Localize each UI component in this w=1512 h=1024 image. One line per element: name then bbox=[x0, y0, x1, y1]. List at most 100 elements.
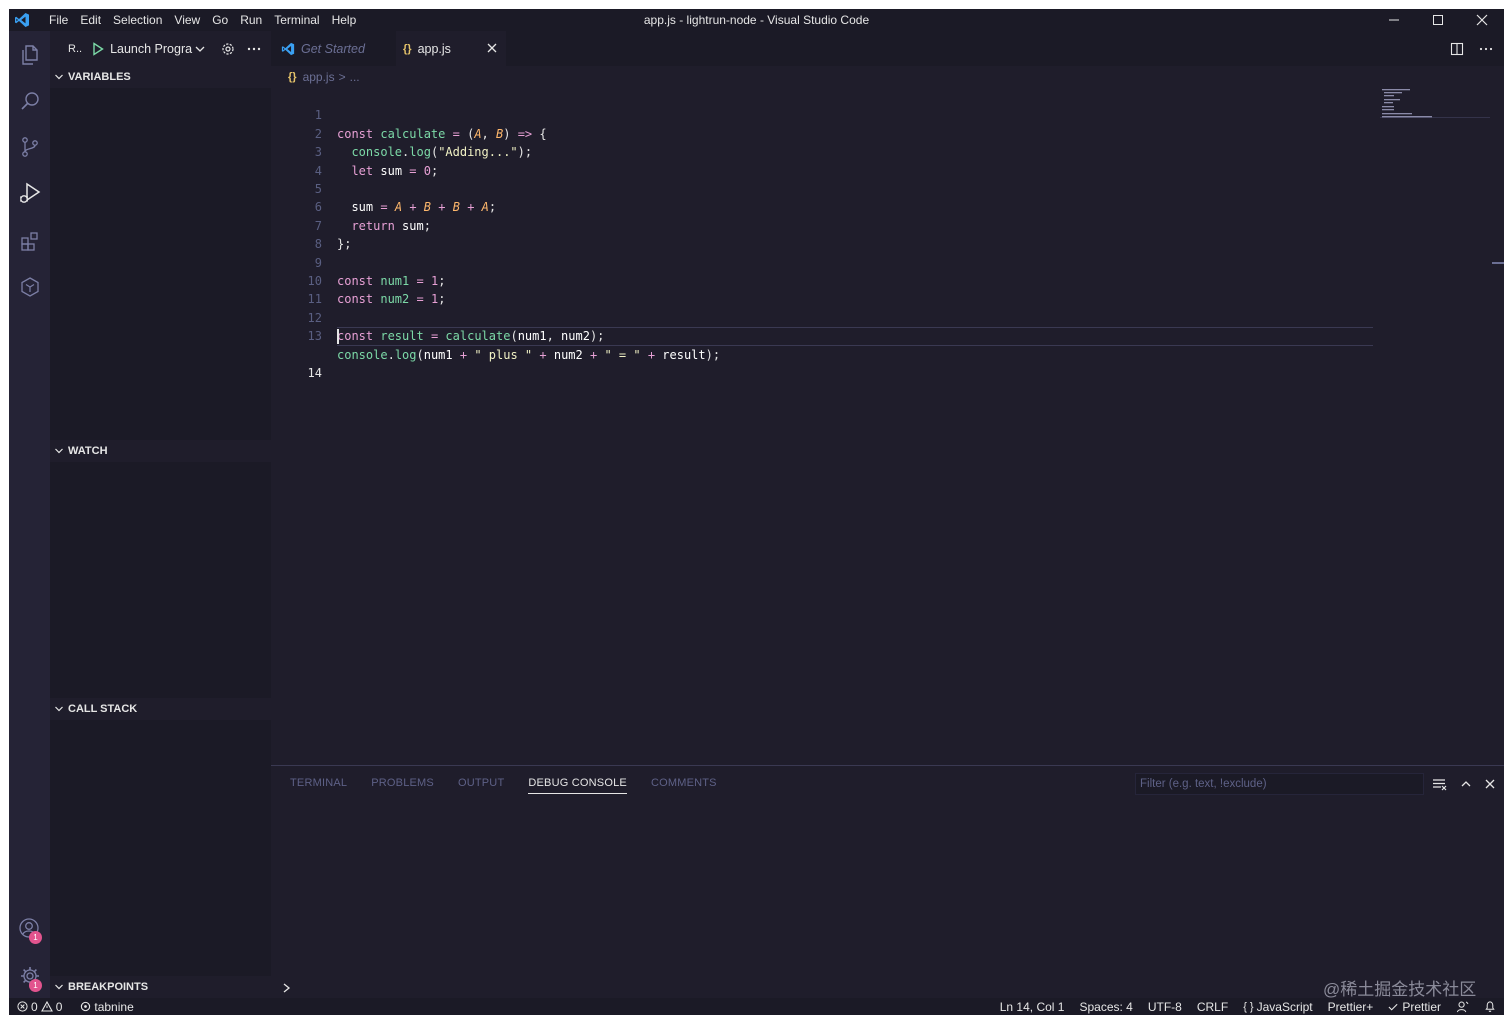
close-icon[interactable] bbox=[1484, 778, 1496, 790]
maximize-button[interactable] bbox=[1416, 9, 1460, 31]
clear-console-icon[interactable] bbox=[1432, 777, 1448, 791]
vscode-window: File Edit Selection View Go Run Terminal… bbox=[9, 9, 1504, 1015]
prettier-plus-status[interactable]: Prettier+ bbox=[1328, 1000, 1374, 1014]
watermark: @稀土掘金技术社区 bbox=[1323, 980, 1477, 999]
menu-bar: File Edit Selection View Go Run Terminal… bbox=[43, 9, 362, 31]
minimize-button[interactable] bbox=[1372, 9, 1416, 31]
launch-config-label: Launch Progra bbox=[110, 41, 193, 56]
close-icon bbox=[1476, 14, 1488, 26]
tab-problems[interactable]: PROBLEMS bbox=[371, 766, 434, 801]
chevron-down-icon bbox=[55, 984, 63, 990]
status-bar: 0 0 tabnine Ln 14, Col 1 Spaces: 4 UTF-8… bbox=[9, 998, 1504, 1015]
breakpoints-section-header[interactable]: BREAKPOINTS bbox=[50, 976, 271, 998]
play-icon[interactable] bbox=[92, 41, 104, 56]
explorer-button[interactable] bbox=[9, 35, 50, 75]
encoding[interactable]: UTF-8 bbox=[1148, 1000, 1182, 1014]
menu-go[interactable]: Go bbox=[206, 9, 234, 31]
variables-section-header[interactable]: VARIABLES bbox=[50, 66, 271, 88]
search-icon bbox=[20, 92, 39, 110]
activity-bar: 1 1 bbox=[9, 31, 50, 998]
close-icon[interactable] bbox=[486, 42, 498, 54]
debug-toolbar: R.. Launch Progra bbox=[50, 31, 271, 66]
editor-actions bbox=[1450, 31, 1494, 66]
minimap-preview bbox=[1380, 89, 1490, 119]
tab-get-started[interactable]: Get Started bbox=[271, 31, 388, 66]
tab-terminal[interactable]: TERMINAL bbox=[290, 766, 347, 801]
manage-badge: 1 bbox=[29, 979, 42, 992]
tab-app-js-label: app.js bbox=[417, 41, 451, 56]
menu-terminal[interactable]: Terminal bbox=[268, 9, 325, 31]
chevron-up-icon[interactable] bbox=[1460, 778, 1472, 790]
run-debug-button[interactable] bbox=[9, 173, 50, 213]
call-stack-list bbox=[50, 720, 271, 976]
tabnine-status[interactable]: tabnine bbox=[80, 1000, 134, 1014]
menu-file[interactable]: File bbox=[43, 9, 74, 31]
title-bar: File Edit Selection View Go Run Terminal… bbox=[9, 9, 1504, 31]
menu-run[interactable]: Run bbox=[234, 9, 268, 31]
split-editor-icon[interactable] bbox=[1450, 42, 1464, 56]
code-text: console.log(num1 + " plus " + num2 + " =… bbox=[337, 347, 721, 362]
breakpoints-row: BREAKPOINTS bbox=[50, 976, 1504, 998]
bell-icon[interactable] bbox=[1484, 1000, 1496, 1013]
call-stack-section-header[interactable]: CALL STACK bbox=[50, 698, 271, 720]
code-line: 7 }; bbox=[280, 198, 1390, 251]
menu-help[interactable]: Help bbox=[326, 9, 363, 31]
bottom-panel: TERMINAL PROBLEMS OUTPUT DEBUG CONSOLE C… bbox=[271, 765, 1504, 998]
debug-console-filter-input[interactable]: Filter (e.g. text, !exclude) bbox=[1135, 773, 1424, 795]
extensions-icon bbox=[20, 232, 38, 251]
tab-comments[interactable]: COMMENTS bbox=[651, 766, 717, 801]
more-actions-icon[interactable] bbox=[1478, 41, 1494, 57]
source-control-button[interactable] bbox=[9, 127, 50, 167]
code-line-current: 14 bbox=[280, 327, 1390, 380]
chevron-down-icon bbox=[195, 46, 205, 52]
more-actions-icon[interactable] bbox=[246, 41, 262, 57]
variables-list bbox=[50, 88, 271, 440]
cursor-position[interactable]: Ln 14, Col 1 bbox=[1000, 1000, 1065, 1014]
files-icon bbox=[21, 45, 38, 65]
watch-section-header[interactable]: WATCH bbox=[50, 440, 271, 462]
menu-edit[interactable]: Edit bbox=[74, 9, 107, 31]
tabnine-icon bbox=[81, 1001, 91, 1012]
search-button[interactable] bbox=[9, 81, 50, 121]
check-double-icon bbox=[1388, 1003, 1398, 1011]
feedback-icon[interactable] bbox=[1456, 1000, 1469, 1013]
breadcrumb: {} app.js > ... bbox=[288, 66, 360, 88]
text-cursor bbox=[337, 329, 339, 345]
indentation[interactable]: Spaces: 4 bbox=[1079, 1000, 1132, 1014]
code-line: 13 console.log(num1 + " plus " + num2 + … bbox=[280, 309, 1390, 361]
chevron-down-icon bbox=[55, 706, 63, 712]
breadcrumb-separator: > bbox=[338, 70, 346, 84]
menu-view[interactable]: View bbox=[168, 9, 206, 31]
tab-app-js[interactable]: {} app.js bbox=[396, 31, 506, 66]
scrollbar-marker[interactable] bbox=[1492, 262, 1504, 264]
line-ending[interactable]: CRLF bbox=[1197, 1000, 1228, 1014]
source-control-icon bbox=[21, 137, 38, 157]
tab-debug-console[interactable]: DEBUG CONSOLE bbox=[528, 766, 627, 801]
remote-explorer-button[interactable] bbox=[9, 267, 50, 307]
code-line: 3 let sum = 0; bbox=[280, 125, 1390, 177]
settings-gear-icon[interactable] bbox=[220, 41, 236, 57]
extensions-button[interactable] bbox=[9, 221, 50, 261]
prettier-status[interactable]: Prettier bbox=[1388, 1000, 1441, 1014]
tab-get-started-label: Get Started bbox=[301, 41, 365, 56]
close-window-button[interactable] bbox=[1460, 9, 1504, 31]
problems-status[interactable]: 0 0 bbox=[17, 1000, 62, 1014]
accounts-button[interactable]: 1 bbox=[9, 909, 50, 949]
breadcrumb-more[interactable]: ... bbox=[350, 70, 360, 84]
manage-button[interactable]: 1 bbox=[9, 956, 50, 996]
hexagon-icon bbox=[20, 277, 39, 297]
call-stack-section-title: CALL STACK bbox=[68, 703, 138, 715]
menu-selection[interactable]: Selection bbox=[107, 9, 168, 31]
code-line: 10 const num2 = 1; bbox=[280, 254, 1390, 306]
warning-icon bbox=[40, 1001, 53, 1012]
language-mode[interactable]: { } JavaScript bbox=[1243, 1000, 1312, 1014]
console-prompt-chevron-icon bbox=[283, 983, 291, 993]
breadcrumb-file[interactable]: app.js bbox=[303, 70, 335, 84]
chevron-down-icon bbox=[55, 74, 63, 80]
code-line: 6 return sum; bbox=[280, 180, 1390, 232]
watch-list bbox=[50, 462, 271, 698]
launch-config-select[interactable]: Launch Progra bbox=[88, 39, 210, 59]
tab-output[interactable]: OUTPUT bbox=[458, 766, 504, 801]
minimap[interactable] bbox=[1380, 88, 1490, 119]
javascript-file-icon: {} bbox=[288, 71, 297, 83]
